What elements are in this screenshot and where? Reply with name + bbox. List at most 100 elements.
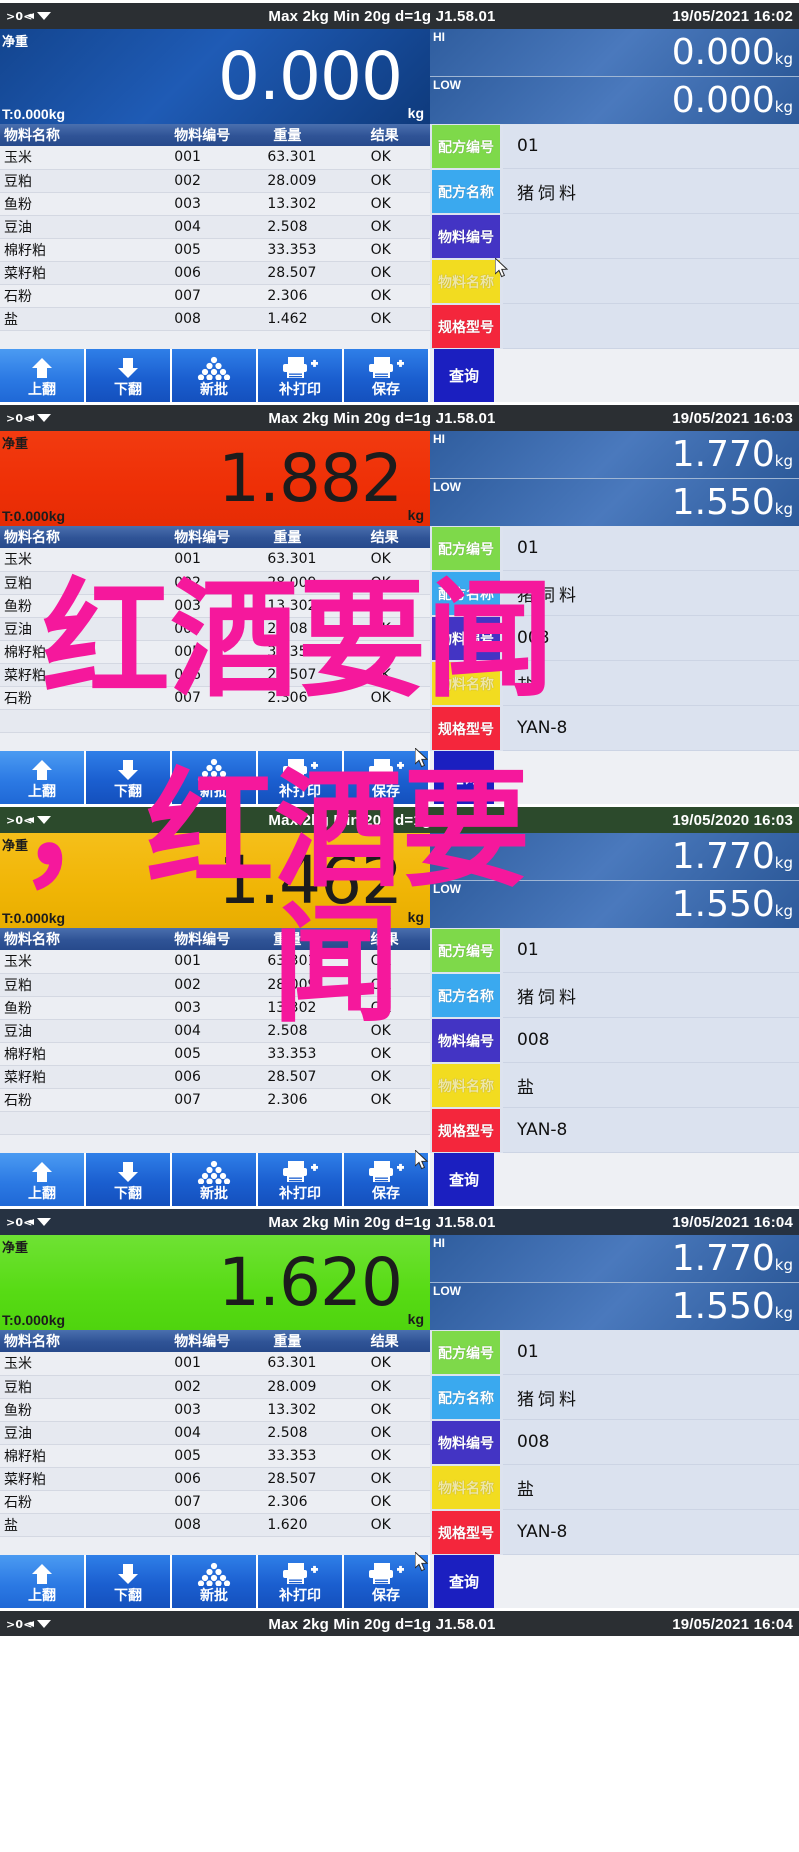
field-row-recipe-code[interactable]: 配方编号 01 xyxy=(430,526,799,571)
table-row[interactable]: 鱼粉 003 13.302 OK xyxy=(0,1398,430,1422)
table-row[interactable]: 豆粕 002 28.009 OK xyxy=(0,1375,430,1399)
table-row[interactable]: 玉米 001 63.301 OK xyxy=(0,1352,430,1376)
field-tag-material-name[interactable]: 物料名称 xyxy=(432,1466,500,1509)
table-row[interactable]: 菜籽粕 006 28.507 OK xyxy=(0,1065,430,1089)
field-row-spec-model[interactable]: 规格型号 YAN-8 xyxy=(430,706,799,751)
table-row[interactable]: 菜籽粕 006 28.507 OK xyxy=(0,261,430,285)
button-3[interactable]: 新批 xyxy=(172,751,258,804)
field-tag-material-code[interactable]: 物料编号 xyxy=(432,1019,500,1062)
field-row-material-code[interactable]: 物料编号 xyxy=(430,214,799,259)
button-3[interactable]: 新批 xyxy=(172,1555,258,1608)
field-value-recipe-code[interactable]: 01 xyxy=(503,1330,799,1375)
button-1[interactable]: 上翻 xyxy=(0,1153,86,1206)
table-row[interactable]: 盐 008 1.462 OK xyxy=(0,307,430,331)
button-4[interactable]: 补打印 xyxy=(258,1555,344,1608)
field-value-recipe-name[interactable]: 猪饲料 xyxy=(503,1375,799,1420)
field-tag-recipe-name[interactable]: 配方名称 xyxy=(432,1376,500,1419)
field-row-material-code[interactable]: 物料编号 008 xyxy=(430,1018,799,1063)
field-tag-spec-model[interactable]: 规格型号 xyxy=(432,1109,500,1152)
query-button[interactable]: 查询 xyxy=(434,1153,494,1206)
table-row[interactable]: 鱼粉 003 13.302 OK xyxy=(0,594,430,618)
field-row-spec-model[interactable]: 规格型号 YAN-8 xyxy=(430,1108,799,1153)
field-tag-recipe-code[interactable]: 配方编号 xyxy=(432,1331,500,1374)
button-5[interactable]: 保存 xyxy=(344,349,430,402)
field-row-recipe-name[interactable]: 配方名称 猪饲料 xyxy=(430,571,799,616)
table-row[interactable]: 豆油 004 2.508 OK xyxy=(0,215,430,239)
table-row[interactable]: 菜籽粕 006 28.507 OK xyxy=(0,1467,430,1491)
field-row-recipe-code[interactable]: 配方编号 01 xyxy=(430,1330,799,1375)
field-tag-material-name[interactable]: 物料名称 xyxy=(432,1064,500,1107)
field-value-material-name[interactable]: 盐 xyxy=(503,661,799,706)
field-value-material-name[interactable] xyxy=(503,259,799,304)
table-row[interactable]: 棉籽粕 005 33.353 OK xyxy=(0,1042,430,1066)
field-value-recipe-name[interactable]: 猪饲料 xyxy=(503,973,799,1018)
field-row-recipe-name[interactable]: 配方名称 猪饲料 xyxy=(430,169,799,214)
button-5[interactable]: 保存 xyxy=(344,1150,430,1206)
table-row[interactable]: 玉米 001 63.301 OK xyxy=(0,548,430,572)
field-row-material-name[interactable]: 物料名称盐 xyxy=(430,1465,799,1510)
field-value-spec-model[interactable] xyxy=(503,304,799,349)
field-value-material-code[interactable] xyxy=(503,214,799,259)
field-value-material-name[interactable]: 盐 xyxy=(503,1465,799,1510)
button-4[interactable]: 补打印 xyxy=(258,1153,344,1206)
field-value-material-code[interactable]: 008 xyxy=(503,1420,799,1465)
table-row[interactable]: 豆粕 002 28.009 OK xyxy=(0,571,430,595)
field-tag-recipe-code[interactable]: 配方编号 xyxy=(432,527,500,570)
query-button[interactable]: 查询 xyxy=(434,751,494,804)
button-1[interactable]: 上翻 xyxy=(0,1555,86,1608)
table-row[interactable]: 豆粕 002 28.009 OK xyxy=(0,973,430,997)
table-row[interactable]: 豆油 004 2.508 OK xyxy=(0,1019,430,1043)
button-3[interactable]: 新批 xyxy=(172,349,258,402)
table-row[interactable]: 豆粕 002 28.009 OK xyxy=(0,169,430,193)
table-row[interactable]: 石粉 007 2.306 OK xyxy=(0,686,430,710)
field-tag-recipe-code[interactable]: 配方编号 xyxy=(432,125,500,168)
field-value-material-name[interactable]: 盐 xyxy=(503,1063,799,1108)
field-value-material-code[interactable]: 008 xyxy=(503,616,799,661)
table-row[interactable]: 豆油 004 2.508 OK xyxy=(0,1421,430,1445)
table-row[interactable]: 棉籽粕 005 33.353 OK xyxy=(0,1444,430,1468)
field-row-recipe-name[interactable]: 配方名称 猪饲料 xyxy=(430,1375,799,1420)
field-row-spec-model[interactable]: 规格型号 YAN-8 xyxy=(430,1510,799,1555)
field-row-material-code[interactable]: 物料编号 008 xyxy=(430,1420,799,1465)
button-4[interactable]: 补打印 xyxy=(258,349,344,402)
field-row-recipe-code[interactable]: 配方编号 01 xyxy=(430,928,799,973)
field-row-spec-model[interactable]: 规格型号 xyxy=(430,304,799,349)
field-tag-recipe-name[interactable]: 配方名称 xyxy=(432,170,500,213)
field-tag-material-name[interactable]: 物料名称 xyxy=(432,260,500,303)
button-2[interactable]: 下翻 xyxy=(86,751,172,804)
field-row-material-name[interactable]: 物料名称盐 xyxy=(430,1063,799,1108)
button-5[interactable]: 保存 xyxy=(344,748,430,804)
table-row[interactable]: 棉籽粕 005 33.353 OK xyxy=(0,640,430,664)
table-row[interactable]: 玉米 001 63.301 OK xyxy=(0,950,430,974)
field-tag-material-code[interactable]: 物料编号 xyxy=(432,215,500,258)
query-button[interactable]: 查询 xyxy=(434,1555,494,1608)
field-value-recipe-code[interactable]: 01 xyxy=(503,928,799,973)
table-row[interactable]: 鱼粉 003 13.302 OK xyxy=(0,192,430,216)
query-button[interactable]: 查询 xyxy=(434,349,494,402)
field-row-material-code[interactable]: 物料编号 008 xyxy=(430,616,799,661)
field-tag-spec-model[interactable]: 规格型号 xyxy=(432,707,500,750)
table-row[interactable]: 石粉 007 2.306 OK xyxy=(0,284,430,308)
field-value-recipe-name[interactable]: 猪饲料 xyxy=(503,571,799,616)
button-1[interactable]: 上翻 xyxy=(0,751,86,804)
field-row-material-name[interactable]: 物料名称 xyxy=(430,259,799,304)
field-tag-recipe-name[interactable]: 配方名称 xyxy=(432,974,500,1017)
button-3[interactable]: 新批 xyxy=(172,1153,258,1206)
button-2[interactable]: 下翻 xyxy=(86,1555,172,1608)
button-4[interactable]: 补打印 xyxy=(258,751,344,804)
field-value-spec-model[interactable]: YAN-8 xyxy=(503,706,799,751)
field-tag-material-code[interactable]: 物料编号 xyxy=(432,617,500,660)
table-row[interactable]: 鱼粉 003 13.302 OK xyxy=(0,996,430,1020)
field-row-recipe-name[interactable]: 配方名称 猪饲料 xyxy=(430,973,799,1018)
table-row[interactable]: 石粉 007 2.306 OK xyxy=(0,1490,430,1514)
field-value-recipe-name[interactable]: 猪饲料 xyxy=(503,169,799,214)
table-row[interactable] xyxy=(0,709,430,733)
field-value-spec-model[interactable]: YAN-8 xyxy=(503,1510,799,1555)
table-row[interactable]: 菜籽粕 006 28.507 OK xyxy=(0,663,430,687)
field-value-recipe-code[interactable]: 01 xyxy=(503,526,799,571)
button-2[interactable]: 下翻 xyxy=(86,1153,172,1206)
field-value-spec-model[interactable]: YAN-8 xyxy=(503,1108,799,1153)
field-row-recipe-code[interactable]: 配方编号 01 xyxy=(430,124,799,169)
field-tag-material-name[interactable]: 物料名称 xyxy=(432,662,500,705)
field-value-recipe-code[interactable]: 01 xyxy=(503,124,799,169)
